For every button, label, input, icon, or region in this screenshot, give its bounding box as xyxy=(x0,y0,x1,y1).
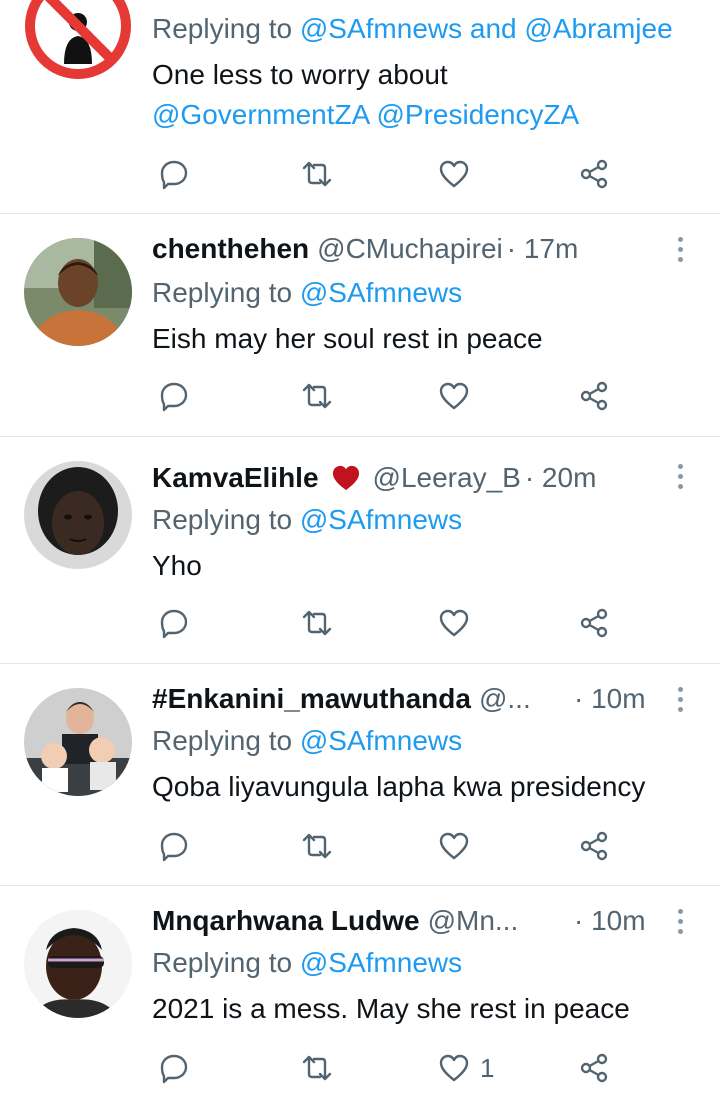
more-icon[interactable] xyxy=(670,682,690,716)
tweet-text-mentions[interactable]: @GovernmentZA @PresidencyZA xyxy=(152,98,579,132)
tweet-item[interactable]: chenthehen @CMuchapirei · 17m Replying t… xyxy=(0,214,720,436)
share-icon xyxy=(580,159,608,189)
avatar[interactable] xyxy=(24,238,132,346)
tweet-text: Yho xyxy=(152,550,202,581)
share-icon xyxy=(580,1053,608,1083)
avatar[interactable] xyxy=(24,461,132,569)
author-handle[interactable]: @Leeray_B xyxy=(373,461,521,495)
replying-line: Replying to @SAfmnews xyxy=(152,276,462,310)
retweet-button[interactable] xyxy=(300,376,334,416)
reply-button[interactable] xyxy=(158,826,190,866)
replying-prefix: Replying to xyxy=(152,725,293,756)
heart-emoji-icon xyxy=(332,465,359,491)
reply-button[interactable] xyxy=(158,376,190,416)
more-icon[interactable] xyxy=(670,459,690,493)
more-icon[interactable] xyxy=(670,232,690,266)
tweet-item[interactable]: Replying to @SAfmnews and @Abramjee One … xyxy=(0,0,720,213)
timestamp[interactable]: · 10m xyxy=(574,682,646,716)
replying-to-link[interactable]: @SAfmnews xyxy=(300,725,462,756)
tweet-text: Eish may her soul rest in peace xyxy=(152,323,543,354)
like-button[interactable] xyxy=(438,376,480,416)
replying-to-link[interactable]: @SAfmnews xyxy=(300,504,462,535)
replying-prefix: Replying to xyxy=(152,504,293,535)
replying-line: Replying to @SAfmnews and @Abramjee xyxy=(152,12,673,46)
like-button[interactable] xyxy=(438,603,480,643)
author-name[interactable]: #Enkanini_mawuthanda xyxy=(152,682,471,716)
tweet-header: #Enkanini_mawuthanda @... xyxy=(152,682,622,716)
tweet-text: One less to worry about xyxy=(152,59,448,90)
share-icon xyxy=(580,831,608,861)
more-icon[interactable] xyxy=(670,904,690,938)
reply-icon xyxy=(160,1054,188,1084)
timestamp[interactable]: · 17m xyxy=(507,232,579,266)
author-name[interactable]: chenthehen xyxy=(152,232,309,266)
like-icon xyxy=(439,382,469,410)
replying-to-link[interactable]: @SAfmnews xyxy=(300,277,462,308)
author-handle[interactable]: @... xyxy=(479,682,531,716)
reply-icon xyxy=(160,832,188,862)
retweet-button[interactable] xyxy=(300,1048,334,1088)
share-button[interactable] xyxy=(578,376,610,416)
like-button[interactable] xyxy=(438,154,480,194)
retweet-icon xyxy=(302,1055,332,1081)
replying-prefix: Replying to xyxy=(152,947,293,978)
reply-button[interactable] xyxy=(158,603,190,643)
tweet-text: Qoba liyavungula lapha kwa presidency xyxy=(152,771,646,802)
like-button[interactable] xyxy=(438,826,480,866)
tweet-item[interactable]: KamvaElihle @Leeray_B · 20m Replying to … xyxy=(0,437,720,663)
tweet-header: chenthehen @CMuchapirei · 17m xyxy=(152,232,578,266)
retweet-button[interactable] xyxy=(300,603,334,643)
tweet-item[interactable]: Mnqarhwana Ludwe @Mn... · 10m Replying t… xyxy=(0,886,720,1094)
reply-icon xyxy=(160,160,188,190)
author-handle[interactable]: @Mn... xyxy=(428,904,519,938)
avatar[interactable] xyxy=(24,910,132,1018)
reply-button[interactable] xyxy=(158,1048,190,1088)
tweet-header: Mnqarhwana Ludwe @Mn... xyxy=(152,904,552,938)
share-button[interactable] xyxy=(578,154,610,194)
like-button[interactable]: 1 xyxy=(438,1048,494,1088)
retweet-icon xyxy=(302,383,332,409)
share-button[interactable] xyxy=(578,603,610,643)
author-name[interactable]: Mnqarhwana Ludwe xyxy=(152,904,420,938)
tweet-text: 2021 is a mess. May she rest in peace xyxy=(152,993,630,1024)
retweet-button[interactable] xyxy=(300,826,334,866)
tweet-item[interactable]: #Enkanini_mawuthanda @... · 10m Replying… xyxy=(0,664,720,885)
reply-icon xyxy=(160,382,188,412)
replying-line: Replying to @SAfmnews xyxy=(152,946,462,980)
like-icon xyxy=(439,832,469,860)
retweet-icon xyxy=(302,161,332,187)
like-count: 1 xyxy=(480,1052,495,1083)
retweet-button[interactable] xyxy=(300,154,334,194)
timestamp[interactable]: · 10m xyxy=(574,904,646,938)
reply-icon xyxy=(160,609,188,639)
timestamp[interactable]: · 20m xyxy=(525,461,597,495)
like-icon xyxy=(439,160,469,188)
retweet-icon xyxy=(302,610,332,636)
avatar[interactable] xyxy=(24,688,132,796)
share-button[interactable] xyxy=(578,1048,610,1088)
replying-prefix: Replying to xyxy=(152,277,293,308)
reply-button[interactable] xyxy=(158,154,190,194)
replying-line: Replying to @SAfmnews xyxy=(152,503,462,537)
replying-line: Replying to @SAfmnews xyxy=(152,724,462,758)
share-button[interactable] xyxy=(578,826,610,866)
share-icon xyxy=(580,381,608,411)
author-name[interactable]: KamvaElihle xyxy=(152,461,319,495)
retweet-icon xyxy=(302,833,332,859)
author-handle[interactable]: @CMuchapirei xyxy=(317,232,503,266)
replying-to-link[interactable]: @SAfmnews and @Abramjee xyxy=(300,13,673,44)
replying-to-link[interactable]: @SAfmnews xyxy=(300,947,462,978)
like-icon xyxy=(439,1054,469,1082)
replying-prefix: Replying to xyxy=(152,13,293,44)
tweet-header: KamvaElihle @Leeray_B · 20m xyxy=(152,461,596,495)
like-icon xyxy=(439,609,469,637)
avatar[interactable] xyxy=(24,0,132,80)
share-icon xyxy=(580,608,608,638)
